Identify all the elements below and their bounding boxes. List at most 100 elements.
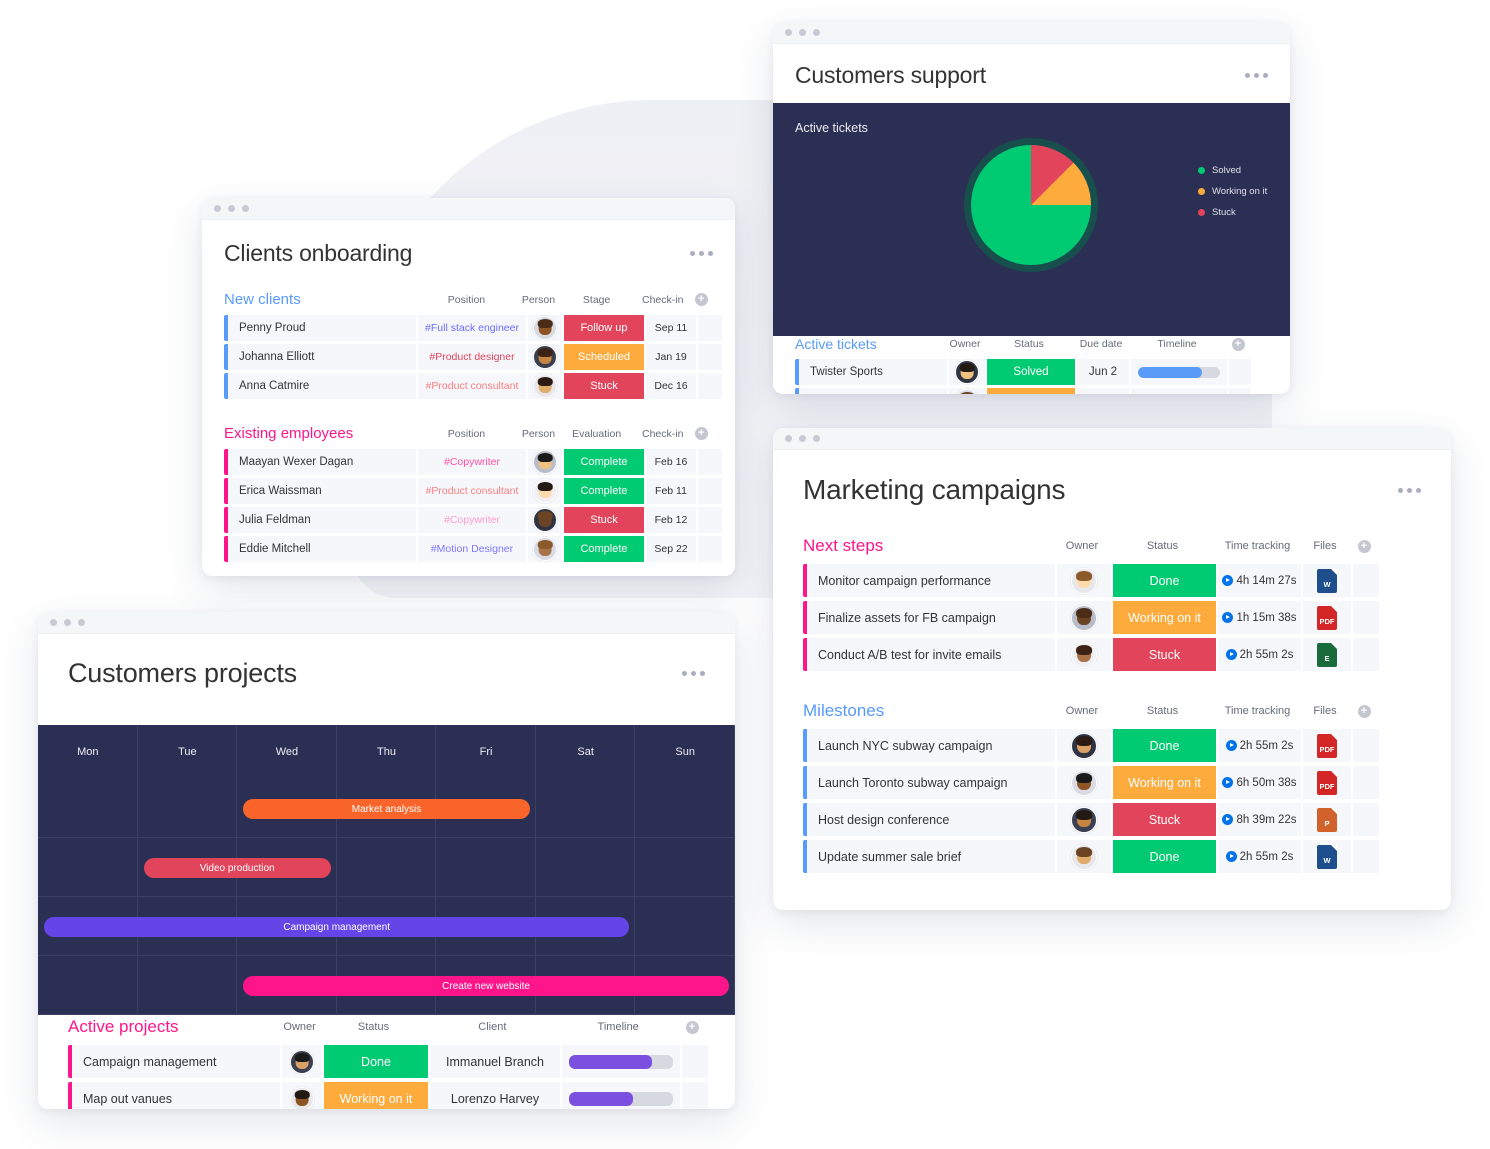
add-column-button[interactable]: + <box>1357 704 1371 718</box>
avatar[interactable] <box>533 374 557 398</box>
row-position: #Product consultant <box>418 478 526 504</box>
row-status-badge[interactable]: Stuck <box>564 507 644 533</box>
avatar[interactable] <box>533 479 557 503</box>
more-options-button[interactable] <box>690 251 713 256</box>
table-row[interactable]: Host design conference Stuck 8h 39m 22s P <box>803 803 1421 836</box>
row-status-badge[interactable]: Solved <box>987 359 1075 385</box>
calendar-event-bar[interactable]: Create new website <box>243 976 729 996</box>
avatar[interactable] <box>1071 843 1097 870</box>
more-options-button[interactable] <box>1398 487 1421 493</box>
window-dot-maximize[interactable] <box>78 619 85 626</box>
table-row[interactable]: Launch NYC subway campaign Done 2h 55m 2s P… <box>803 729 1421 762</box>
more-options-button[interactable] <box>1245 73 1268 78</box>
file-icon[interactable]: P <box>1317 807 1337 832</box>
row-status-badge[interactable]: Working on it <box>1113 766 1216 799</box>
play-icon[interactable] <box>1222 814 1234 825</box>
window-dot-close[interactable] <box>785 29 792 36</box>
avatar[interactable] <box>1071 604 1097 631</box>
row-status-badge[interactable]: Working on it <box>1113 601 1216 634</box>
table-row[interactable]: Monitor campaign performance Done 4h 14m 2… <box>803 564 1421 597</box>
table-row[interactable]: Maayan Wexer Dagan #Copywriter Complete Feb… <box>224 449 722 475</box>
play-icon[interactable] <box>1222 777 1234 788</box>
play-icon[interactable] <box>1222 575 1234 586</box>
timeline-progress-fill <box>1138 366 1202 378</box>
file-icon[interactable]: W <box>1317 844 1337 869</box>
add-column-button[interactable]: + <box>1357 539 1371 553</box>
row-status-badge[interactable]: Follow up <box>564 315 644 341</box>
calendar-event-bar[interactable]: Video production <box>143 858 331 878</box>
row-status-badge[interactable]: Done <box>1113 840 1216 873</box>
row-status-badge[interactable]: Scheduled <box>564 344 644 370</box>
avatar[interactable] <box>955 389 979 394</box>
table-row[interactable]: Update summer sale brief Done 2h 55m 2s W <box>803 840 1421 873</box>
calendar-event-bar[interactable]: Market analysis <box>243 799 530 819</box>
table-row[interactable]: Conduct A/B test for invite emails Stuck 2… <box>803 638 1421 671</box>
row-status-badge[interactable]: Working on it <box>324 1082 428 1109</box>
avatar[interactable] <box>290 1049 314 1074</box>
window-dot-minimize[interactable] <box>799 29 806 36</box>
row-status-badge[interactable]: Stuck <box>564 373 644 399</box>
avatar[interactable] <box>1071 769 1097 796</box>
avatar[interactable] <box>290 1086 314 1109</box>
play-icon[interactable] <box>1225 740 1237 751</box>
table-row[interactable]: Launch Toronto subway campaign Working on… <box>803 766 1421 799</box>
play-icon[interactable] <box>1225 649 1237 660</box>
table-row[interactable]: Campaign management Done Immanuel Branch <box>68 1045 708 1078</box>
table-row[interactable]: Anna Catmire #Product consultant Stuck Dec … <box>224 373 722 399</box>
file-icon[interactable]: E <box>1317 642 1337 667</box>
table-row[interactable]: Julia Feldman #Copywriter Stuck Feb 12 <box>224 507 722 533</box>
calendar-day-label: Sun <box>675 746 695 758</box>
add-column-button[interactable]: + <box>1231 337 1245 351</box>
table-row[interactable]: Finalize assets for FB campaign Working o… <box>803 601 1421 634</box>
file-icon[interactable]: PDF <box>1317 733 1337 758</box>
board-group: New clients Position Person Stage Check-in + P… <box>224 291 722 399</box>
row-status-badge[interactable]: Complete <box>564 536 644 562</box>
table-row[interactable]: Penny Proud #Full stack engineer Follow up… <box>224 315 722 341</box>
table-row[interactable]: Twister Sports Solved Jun 2 <box>795 359 1268 385</box>
table-row[interactable]: Erica Waissman #Product consultant Complet… <box>224 478 722 504</box>
table-row[interactable]: Johanna Elliott #Product designer Schedule… <box>224 344 722 370</box>
row-status-badge[interactable]: Stuck <box>1113 803 1216 836</box>
play-icon[interactable] <box>1225 851 1237 862</box>
more-options-button[interactable] <box>682 671 705 676</box>
avatar[interactable] <box>1071 641 1097 668</box>
avatar[interactable] <box>533 345 557 369</box>
table-row[interactable]: Eddie Mitchell #Motion Designer Complete Se… <box>224 536 722 562</box>
avatar[interactable] <box>1071 732 1097 759</box>
avatar[interactable] <box>955 360 979 384</box>
row-status-badge[interactable]: Working on it <box>987 388 1075 394</box>
row-status-badge[interactable]: Done <box>1113 564 1216 597</box>
row-status-badge[interactable]: Complete <box>564 449 644 475</box>
table-row[interactable]: Map out vanues Working on it Lorenzo Harve… <box>68 1082 708 1109</box>
row-status-badge[interactable]: Done <box>324 1045 428 1078</box>
row-status-badge[interactable]: Complete <box>564 478 644 504</box>
file-icon[interactable]: PDF <box>1317 770 1337 795</box>
window-dot-close[interactable] <box>785 435 792 442</box>
window-dot-minimize[interactable] <box>228 205 235 212</box>
window-dot-minimize[interactable] <box>64 619 71 626</box>
window-dot-minimize[interactable] <box>799 435 806 442</box>
row-status-badge[interactable]: Done <box>1113 729 1216 762</box>
avatar[interactable] <box>533 450 557 474</box>
window-dot-close[interactable] <box>214 205 221 212</box>
avatar[interactable] <box>533 537 557 561</box>
avatar[interactable] <box>533 316 557 340</box>
window-titlebar <box>773 22 1290 44</box>
calendar-event-bar[interactable]: Campaign management <box>44 917 630 937</box>
add-column-button[interactable]: + <box>685 1020 699 1034</box>
window-dot-maximize[interactable] <box>813 29 820 36</box>
row-file: PDF <box>1303 766 1351 799</box>
avatar[interactable] <box>533 508 557 532</box>
file-icon[interactable]: PDF <box>1317 605 1337 630</box>
play-icon[interactable] <box>1222 612 1234 623</box>
avatar[interactable] <box>1071 567 1097 594</box>
add-column-button[interactable]: + <box>694 293 708 306</box>
row-status-badge[interactable]: Stuck <box>1113 638 1216 671</box>
window-dot-maximize[interactable] <box>813 435 820 442</box>
add-column-button[interactable]: + <box>694 427 708 440</box>
file-icon[interactable]: W <box>1317 568 1337 593</box>
window-dot-close[interactable] <box>50 619 57 626</box>
table-row[interactable]: Ridge Software Working on itJun 4 <box>795 388 1268 394</box>
window-dot-maximize[interactable] <box>242 205 249 212</box>
avatar[interactable] <box>1071 806 1097 833</box>
